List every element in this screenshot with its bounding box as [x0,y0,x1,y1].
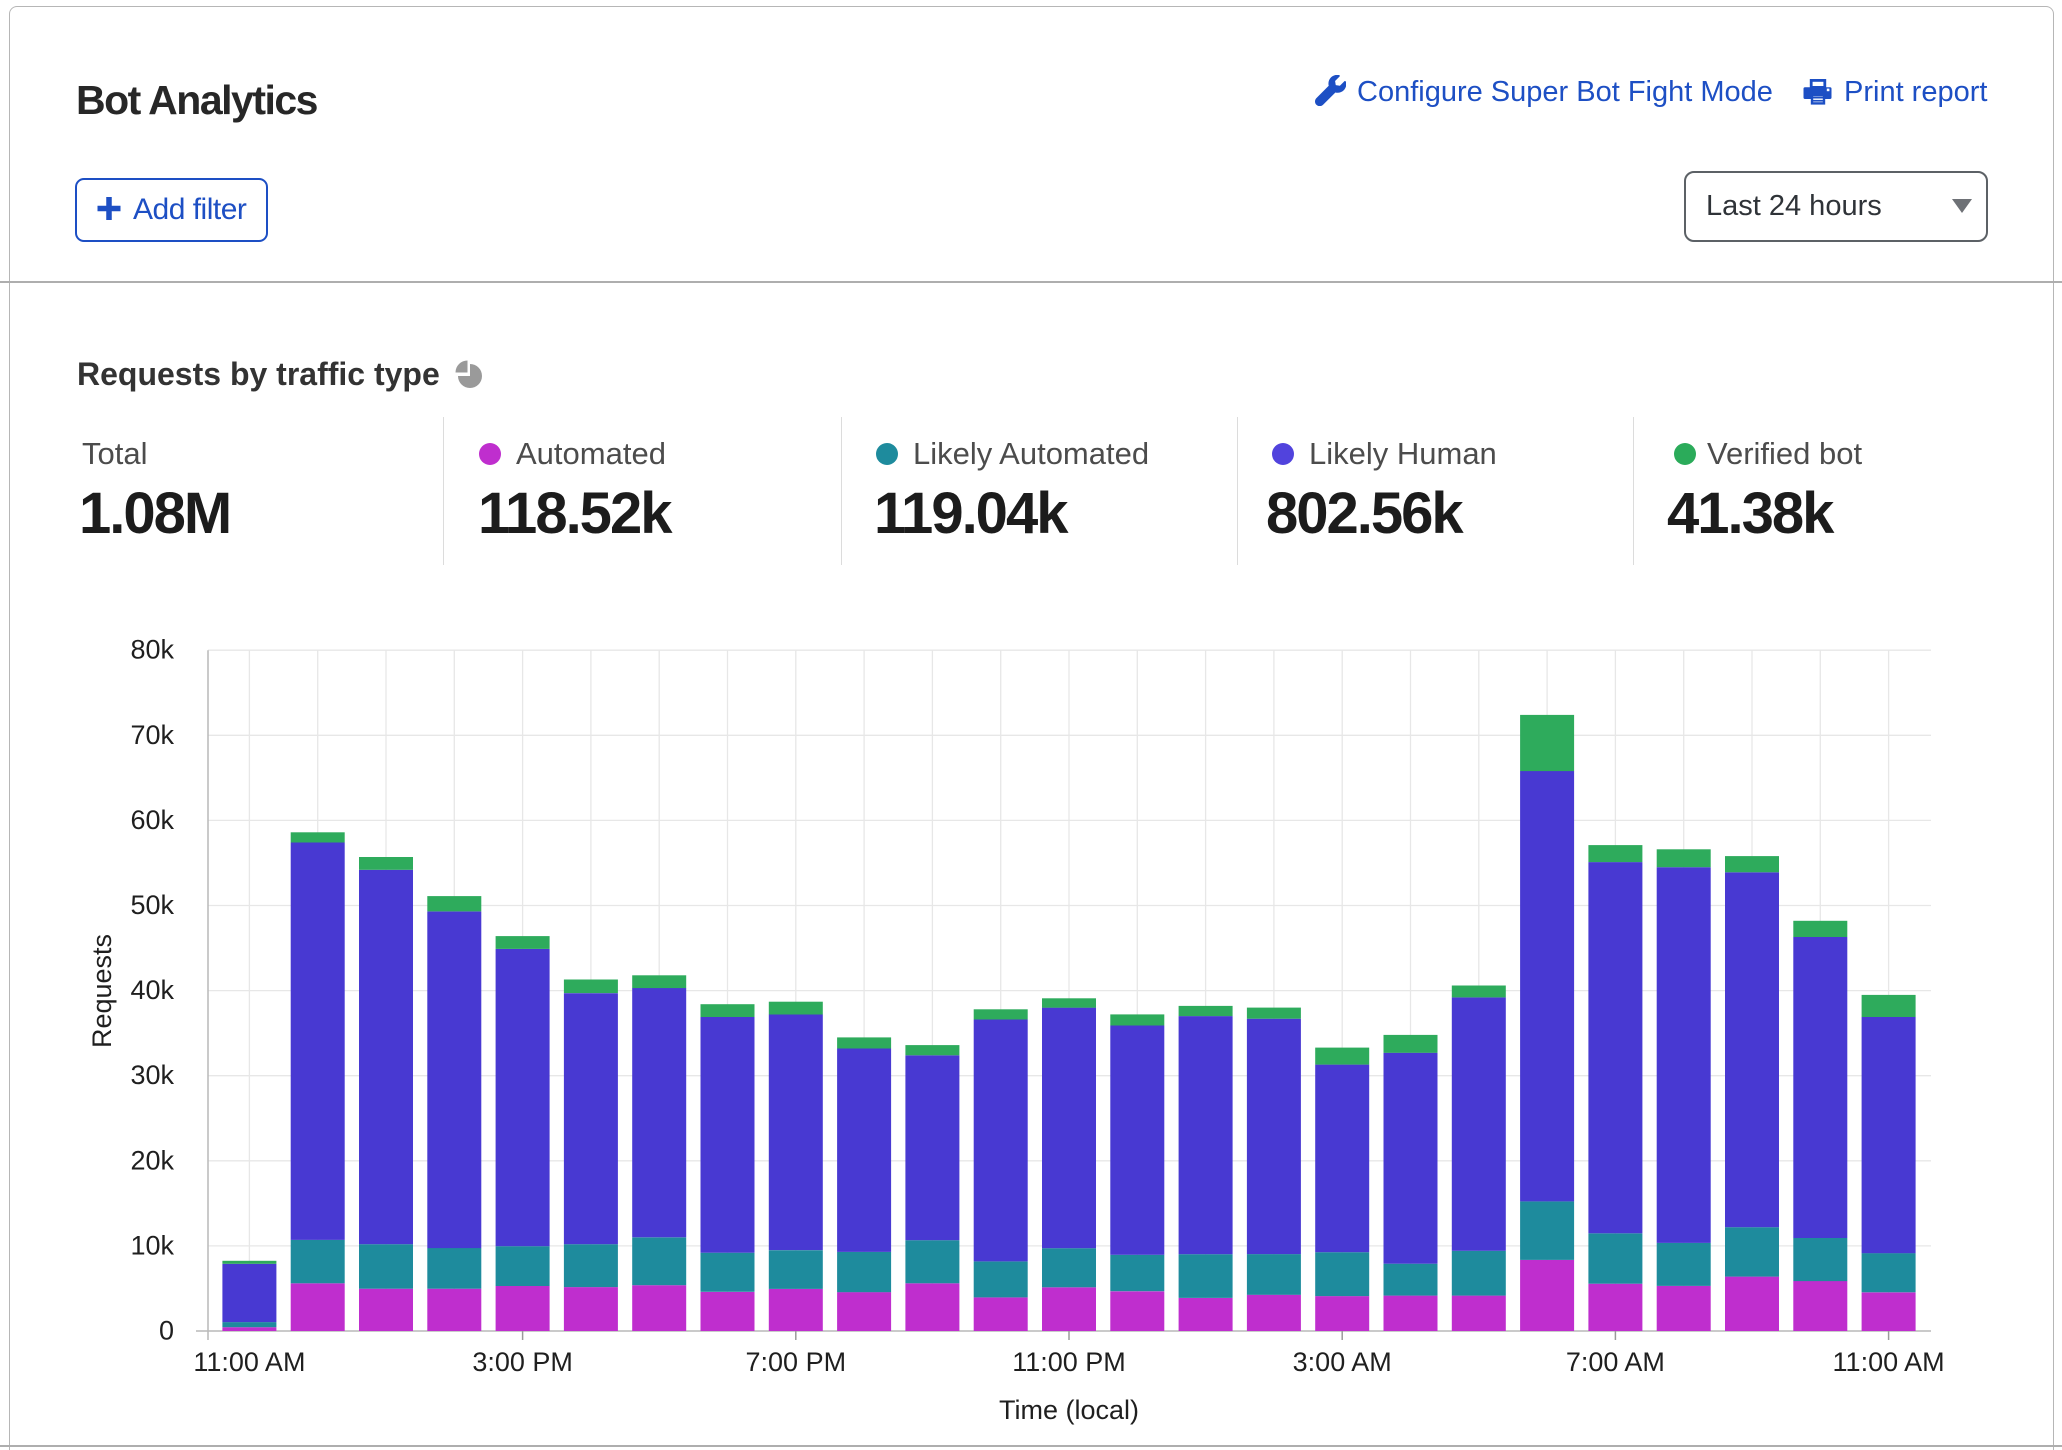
svg-text:3:00 AM: 3:00 AM [1293,1347,1392,1377]
svg-text:50k: 50k [130,890,174,920]
svg-text:7:00 PM: 7:00 PM [746,1347,847,1377]
svg-text:10k: 10k [130,1230,174,1260]
svg-text:30k: 30k [130,1060,174,1090]
svg-text:11:00 PM: 11:00 PM [1012,1347,1126,1377]
svg-text:Time (local): Time (local) [999,1395,1139,1425]
svg-text:40k: 40k [130,975,174,1005]
svg-text:Requests: Requests [87,934,117,1048]
svg-text:20k: 20k [130,1145,174,1175]
svg-text:11:00 AM: 11:00 AM [1833,1347,1945,1377]
svg-text:70k: 70k [130,720,174,750]
svg-text:3:00 PM: 3:00 PM [472,1347,573,1377]
svg-text:60k: 60k [130,805,174,835]
svg-text:11:00 AM: 11:00 AM [193,1347,305,1377]
svg-text:7:00 AM: 7:00 AM [1566,1347,1665,1377]
svg-text:80k: 80k [130,635,174,665]
svg-text:0: 0 [159,1316,174,1346]
